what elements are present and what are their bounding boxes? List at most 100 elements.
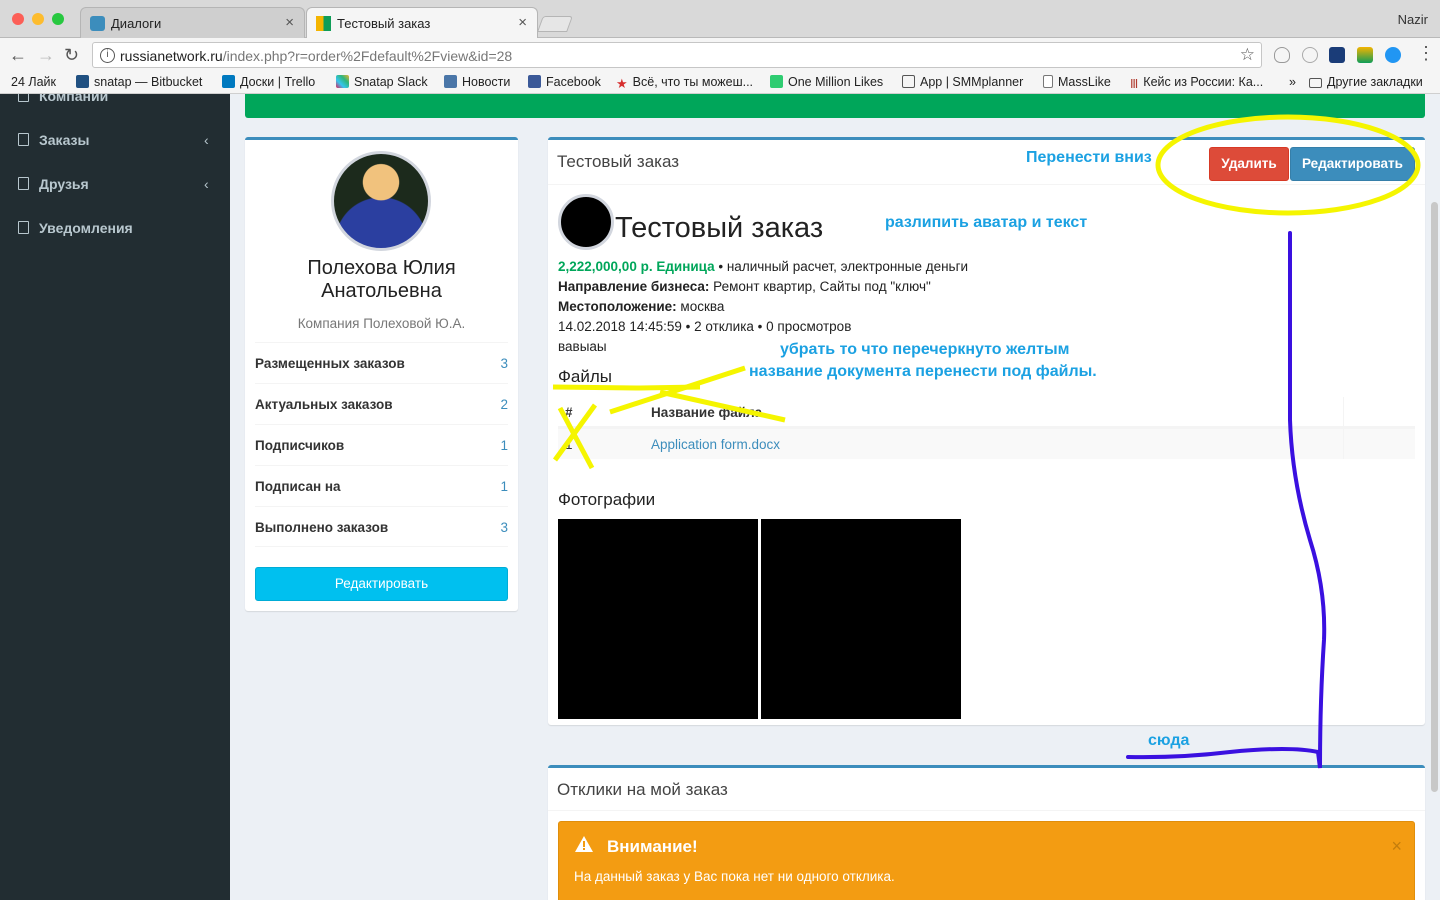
forward-icon[interactable]: → <box>37 45 55 66</box>
facebook-icon <box>528 75 541 88</box>
table-header-row: # Название файла <box>558 397 1415 428</box>
order-price: 2,222,000,00 р. Единица <box>558 259 715 274</box>
close-tab-icon[interactable]: × <box>518 14 527 31</box>
chevron-left-icon: ‹ <box>204 176 209 192</box>
stat-row[interactable]: Выполнено заказов 3 <box>255 506 508 547</box>
order-photo[interactable] <box>761 519 961 719</box>
grid-icon <box>316 16 331 31</box>
paper-plane-icon <box>902 75 915 88</box>
order-box-title: Тестовый заказ <box>557 152 680 171</box>
bookmark-item[interactable]: ★ Всё, что ты можеш... <box>616 75 753 91</box>
tab-test-order[interactable]: Тестовый заказ × <box>306 7 538 38</box>
bookmark-star-icon[interactable]: ☆ <box>1240 45 1255 65</box>
sidebar-item-friends[interactable]: Друзья ‹ <box>18 176 209 192</box>
slack-icon <box>336 75 349 88</box>
stat-value[interactable]: 1 <box>500 479 508 494</box>
bookmark-item[interactable]: One Million Likes <box>770 75 883 89</box>
file-link[interactable]: Application form.docx <box>651 437 780 452</box>
chevron-left-icon: ‹ <box>204 132 209 148</box>
bookmark-item[interactable]: Facebook <box>528 75 601 89</box>
profile-name[interactable]: Nazir <box>1398 12 1428 27</box>
stat-row[interactable]: Актуальных заказов 2 <box>255 383 508 424</box>
order-title: Тестовый заказ <box>615 212 824 244</box>
url-path: /index.php?r=order%2Fdefault%2Fview&id=2… <box>222 48 513 64</box>
url-text[interactable]: russianetwork.ru/index.php?r=order%2Fdef… <box>120 48 512 64</box>
edit-profile-button[interactable]: Редактировать <box>255 567 508 601</box>
bookmark-label: Доски | Trello <box>240 75 316 89</box>
stat-row[interactable]: Размещенных заказов 3 <box>255 342 508 383</box>
divider <box>548 810 1425 811</box>
bookmark-item[interactable]: App | SMMplanner <box>902 75 1023 89</box>
n-extension-icon[interactable] <box>1329 47 1345 63</box>
files-heading: Файлы <box>558 367 613 386</box>
reload-icon[interactable]: ↻ <box>64 45 79 66</box>
avatar[interactable] <box>331 151 431 251</box>
document-icon <box>18 94 29 102</box>
alert-text: На данный заказ у Вас пока нет ни одного… <box>574 869 895 884</box>
extension-icon[interactable] <box>1357 47 1373 63</box>
zoom-window-button[interactable] <box>52 13 64 25</box>
bookmark-item[interactable]: Новости <box>444 75 510 89</box>
star-icon: ★ <box>616 76 628 91</box>
close-tab-icon[interactable]: × <box>285 14 294 31</box>
sidebar-item-label: Уведомления <box>39 220 133 236</box>
sidebar-item-orders[interactable]: Заказы ‹ <box>18 132 209 148</box>
annotation-here: сюда <box>1148 732 1190 749</box>
bookmark-label: snatap — Bitbucket <box>94 75 203 89</box>
stat-value[interactable]: 2 <box>500 397 508 412</box>
warning-alert: Внимание! × На данный заказ у Вас пока н… <box>558 821 1415 900</box>
bookmark-label: One Million Likes <box>788 75 884 89</box>
stat-label: Выполнено заказов <box>255 520 389 535</box>
replies-card: Отклики на мой заказ Внимание! × На данн… <box>548 765 1425 900</box>
stat-row[interactable]: Подписчиков 1 <box>255 424 508 465</box>
new-tab-button[interactable] <box>537 16 573 32</box>
stat-value[interactable]: 1 <box>500 438 508 453</box>
bookmark-item[interactable]: Доски | Trello <box>222 75 315 89</box>
order-photo[interactable] <box>558 519 758 719</box>
sidebar: Компании Заказы ‹ Друзья ‹ Уведомления <box>0 94 230 900</box>
delete-button[interactable]: Удалить <box>1209 147 1289 181</box>
close-window-button[interactable] <box>12 13 24 25</box>
column-header: Название файла <box>651 405 763 420</box>
skype-extension-icon[interactable] <box>1302 47 1318 63</box>
tab-dialogs[interactable]: Диалоги × <box>80 7 305 38</box>
bookmark-item[interactable]: Snatap Slack <box>336 75 428 89</box>
stat-row[interactable]: Подписан на 1 <box>255 465 508 506</box>
stat-value[interactable]: 3 <box>500 356 508 371</box>
table-cell: 1 <box>565 437 573 452</box>
business-direction: Направление бизнеса: Ремонт квартир, Сай… <box>558 279 931 294</box>
edit-order-button[interactable]: Редактировать <box>1290 147 1415 181</box>
folder-icon <box>1309 78 1322 88</box>
close-alert-icon[interactable]: × <box>1391 836 1402 857</box>
shield-extension-icon[interactable] <box>1274 47 1290 63</box>
bookmark-item[interactable]: snatap — Bitbucket <box>76 75 202 89</box>
back-icon[interactable]: ← <box>9 45 27 66</box>
minimize-window-button[interactable] <box>32 13 44 25</box>
extension-icon[interactable] <box>1385 47 1401 63</box>
page-scrollbar[interactable] <box>1431 202 1438 792</box>
tab-label: Тестовый заказ <box>337 16 431 31</box>
url-host: russianetwork.ru <box>120 48 223 64</box>
bookmark-label: Новости <box>462 75 511 89</box>
stat-value[interactable]: 3 <box>500 520 508 535</box>
bookmark-item[interactable]: 24 Лайк <box>11 75 56 89</box>
sidebar-item-companies[interactable]: Компании <box>18 94 108 104</box>
direction-label: Направление бизнеса: <box>558 279 710 294</box>
stat-label: Подписчиков <box>255 438 345 453</box>
other-bookmarks-folder[interactable]: Другие закладки <box>1309 75 1423 89</box>
chat-icon <box>90 16 105 31</box>
document-icon <box>18 133 29 146</box>
order-meta: 14.02.2018 14:45:59 • 2 отклика • 0 прос… <box>558 319 852 334</box>
address-bar[interactable]: i russianetwork.ru/index.php?r=order%2Fd… <box>92 42 1262 68</box>
bookmarks-bar: 24 Лайк snatap — Bitbucket Доски | Trell… <box>0 72 1440 94</box>
menu-icon[interactable]: ⋮ <box>1417 43 1435 64</box>
sidebar-item-label: Друзья <box>39 176 89 192</box>
bookmarks-overflow-button[interactable]: » <box>1289 75 1296 89</box>
bookmark-item[interactable]: MassLike <box>1043 75 1111 89</box>
profile-card: Полехова Юлия Анатольевна Компания Полех… <box>245 137 518 611</box>
top-green-banner <box>245 94 1425 118</box>
info-icon[interactable]: i <box>100 48 115 63</box>
sidebar-item-notifications[interactable]: Уведомления <box>18 220 133 236</box>
location-value: москва <box>676 299 725 314</box>
bookmark-item[interactable]: Ⅲ Кейс из России: Ка... <box>1130 75 1263 91</box>
